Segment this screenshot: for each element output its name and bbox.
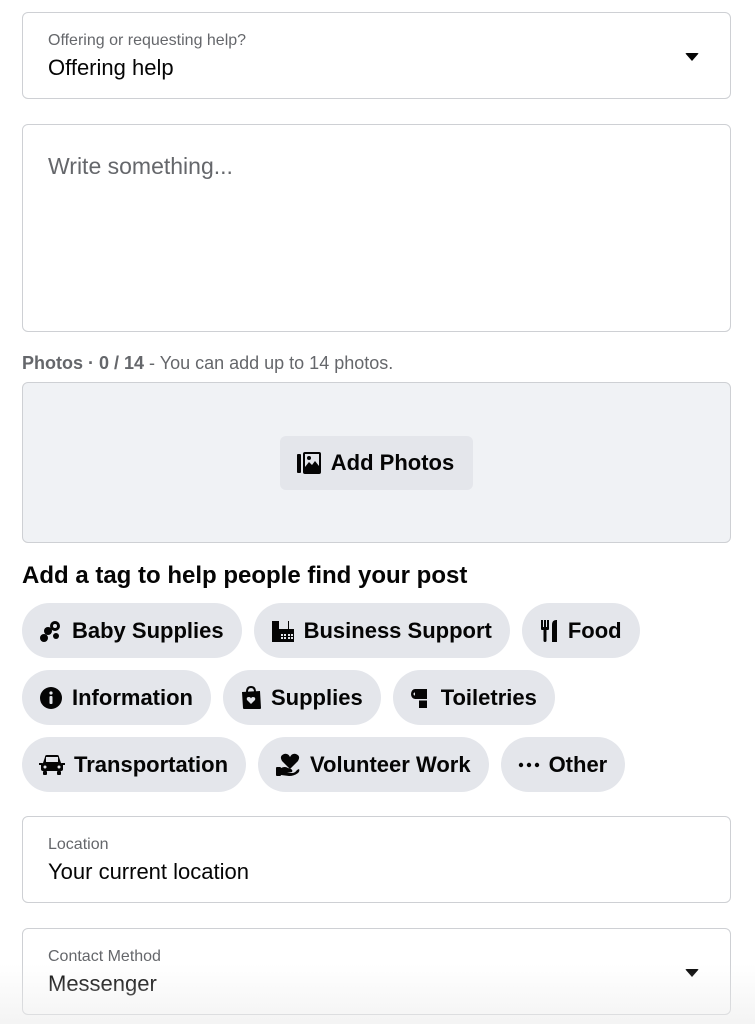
photos-caption: Photos · 0 / 14 - You can add up to 14 p… [22, 352, 731, 374]
tag-baby-supplies[interactable]: Baby Supplies [22, 603, 242, 658]
tag-label: Supplies [271, 684, 363, 710]
help-type-value: Offering help [48, 55, 174, 80]
tag-label: Food [567, 617, 622, 643]
tag-volunteer-work[interactable]: Volunteer Work [258, 737, 489, 792]
shopping-bag-heart-icon [242, 685, 261, 709]
tag-label: Volunteer Work [310, 751, 471, 777]
caret-down-icon [685, 53, 699, 61]
post-text-placeholder: Write something... [48, 153, 233, 179]
car-icon [39, 754, 65, 775]
tag-information[interactable]: Information [22, 670, 211, 725]
tag-other[interactable]: Other [500, 737, 626, 792]
tag-food[interactable]: Food [521, 603, 640, 658]
photos-count: 0 / 14 [99, 353, 145, 373]
photo-drop-zone[interactable]: Add Photos [22, 382, 731, 543]
photo-stack-icon [296, 451, 321, 474]
contact-method-value: Messenger [48, 971, 157, 996]
tag-supplies[interactable]: Supplies [223, 670, 381, 725]
pacifier-icon [40, 620, 60, 642]
contact-method-label: Contact Method [48, 948, 161, 965]
post-text-input[interactable]: Write something... [22, 124, 731, 332]
tag-heading: Add a tag to help people find your post [22, 562, 468, 589]
storefront-icon [271, 620, 294, 642]
contact-method-select[interactable]: Contact Method Messenger [22, 928, 731, 1015]
photos-separator: · [83, 353, 99, 373]
help-type-select[interactable]: Offering or requesting help? Offering he… [22, 12, 731, 99]
help-post-form: Offering or requesting help? Offering he… [22, 12, 731, 1015]
tag-business-support[interactable]: Business Support [253, 603, 510, 658]
fork-knife-icon [540, 619, 557, 642]
location-label: Location [48, 836, 109, 853]
photos-title: Photos [22, 353, 83, 373]
more-dots-icon [518, 762, 539, 767]
tag-label: Baby Supplies [72, 617, 224, 643]
location-input[interactable]: Location Your current location [22, 816, 731, 903]
tag-label: Information [72, 684, 193, 710]
tag-list: Baby Supplies Business Support Food Info… [22, 603, 731, 792]
tag-label: Business Support [303, 617, 492, 643]
tag-label: Transportation [74, 751, 229, 777]
photos-hint: - You can add up to 14 photos. [144, 353, 394, 373]
location-value: Your current location [48, 859, 249, 884]
toilet-paper-icon [410, 688, 427, 708]
tag-transportation[interactable]: Transportation [22, 737, 247, 792]
tag-label: Other [548, 751, 608, 777]
caret-down-icon [685, 969, 699, 977]
add-photos-button[interactable]: Add Photos [279, 435, 474, 490]
tag-toiletries[interactable]: Toiletries [392, 670, 555, 725]
add-photos-label: Add Photos [330, 449, 455, 475]
info-icon [40, 686, 62, 709]
tag-label: Toiletries [440, 684, 537, 710]
hand-heart-icon [276, 753, 300, 776]
help-type-label: Offering or requesting help? [48, 32, 247, 49]
